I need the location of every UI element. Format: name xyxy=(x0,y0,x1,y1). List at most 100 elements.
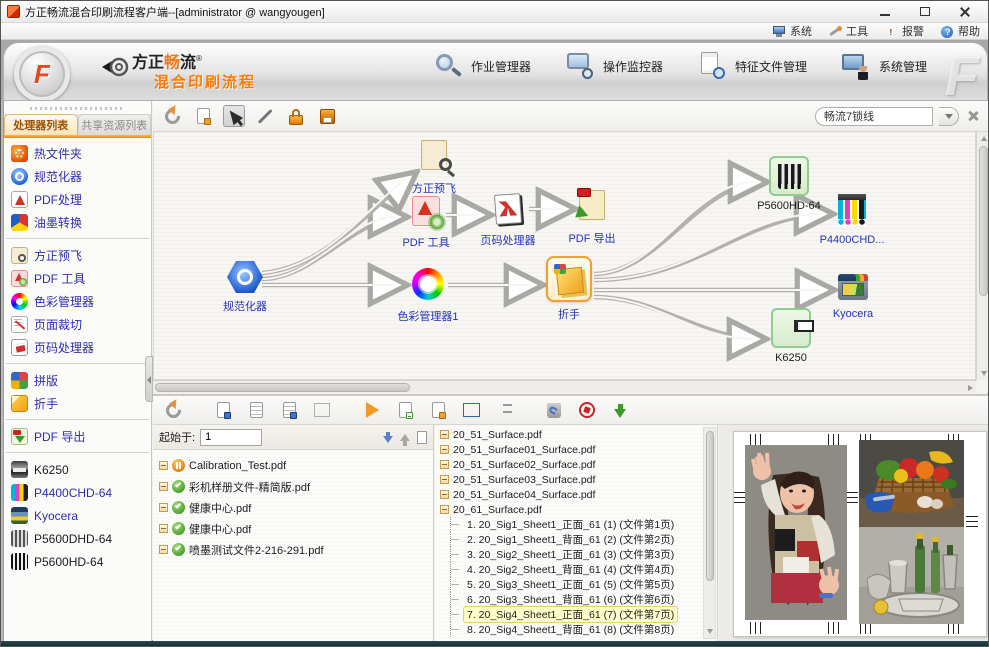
sidebar-item[interactable]: 规范化器 xyxy=(4,165,151,188)
canvas-hscroll-thumb[interactable] xyxy=(155,383,410,392)
expander-icon[interactable] xyxy=(159,503,168,512)
sidebar-item[interactable]: 页码处理器 xyxy=(4,336,151,359)
menu-item[interactable]: 系统 xyxy=(772,23,812,39)
canvas-vertical-scrollbar[interactable] xyxy=(976,132,989,380)
expander-icon[interactable] xyxy=(440,505,449,514)
job-file-row[interactable]: Calibration_Test.pdf xyxy=(159,455,429,476)
expander-icon[interactable] xyxy=(159,545,168,554)
node-printer-p4400chd[interactable]: P4400CHD... xyxy=(838,194,866,226)
scroll-down-icon[interactable] xyxy=(981,371,987,376)
surface-page-row[interactable]: 3. 20_Sig2_Sheet1_正面_61 (3) (文件第3页) xyxy=(440,547,701,562)
surface-file-row[interactable]: 20_51_Surface.pdf xyxy=(440,427,701,442)
workflow-select-dropdown-icon[interactable] xyxy=(939,107,959,126)
sidebar-item[interactable]: PDF 工具 xyxy=(4,267,151,290)
menu-item[interactable]: 报警 xyxy=(884,23,924,39)
connector-tool-button[interactable] xyxy=(254,105,276,127)
surfaces-scroll-thumb[interactable] xyxy=(706,431,714,581)
table-view-button[interactable] xyxy=(460,399,482,421)
node-fold-selected[interactable]: 折手 xyxy=(546,256,592,302)
scroll-down-icon[interactable] xyxy=(707,629,713,634)
header-button[interactable]: 操作监控器 xyxy=(565,51,663,81)
node-page-number[interactable]: 页码处理器 xyxy=(495,194,521,224)
close-button[interactable] xyxy=(954,5,976,19)
job-file-row[interactable]: 健康中心.pdf xyxy=(159,518,429,539)
sidebar-item[interactable]: PDF处理 xyxy=(4,188,151,211)
node-pdf-tool[interactable]: PDF 工具 xyxy=(412,196,440,226)
sidebar-item[interactable]: 油墨转换 xyxy=(4,211,151,234)
job-doc-combo-button[interactable] xyxy=(278,399,300,421)
node-color-manager[interactable]: 色彩管理器1 xyxy=(412,268,444,300)
surface-page-row[interactable]: 7. 20_Sig4_Sheet1_正面_61 (7) (文件第7页) xyxy=(440,607,701,622)
save-workflow-button[interactable] xyxy=(316,105,338,127)
workflow-canvas[interactable]: 规范化器 方正预飞 PDF 工具 页码处理器 PDF 导出 xyxy=(153,132,976,380)
node-normalizer[interactable]: 规范化器 xyxy=(227,260,263,294)
maximize-button[interactable] xyxy=(914,5,936,19)
new-workflow-button[interactable] xyxy=(192,105,214,127)
sidebar-item[interactable]: P5600DHD-64 xyxy=(4,527,151,550)
surface-file-row[interactable]: 20_51_Surface01_Surface.pdf xyxy=(440,442,701,457)
minimize-button[interactable] xyxy=(874,5,896,19)
surface-page-row[interactable]: 4. 20_Sig2_Sheet1_背面_61 (4) (文件第4页) xyxy=(440,562,701,577)
tab-shared-resources[interactable]: 共享资源列表 xyxy=(78,114,152,135)
sidebar-item[interactable]: PDF 导出 xyxy=(4,425,151,448)
sidebar-item[interactable]: 热文件夹 xyxy=(4,142,151,165)
close-workflow-icon[interactable] xyxy=(965,108,981,124)
expander-icon[interactable] xyxy=(159,482,168,491)
surface-page-row[interactable]: 8. 20_Sig4_Sheet1_背面_61 (8) (文件第8页) xyxy=(440,622,701,637)
sidebar-item[interactable]: K6250 xyxy=(4,458,151,481)
node-preflight[interactable]: 方正预飞 xyxy=(421,140,447,170)
expander-icon[interactable] xyxy=(440,490,449,499)
surfaces-scrollbar[interactable] xyxy=(703,427,716,639)
expander-icon[interactable] xyxy=(440,475,449,484)
surface-page-row[interactable]: 2. 20_Sig1_Sheet1_背面_61 (2) (文件第2页) xyxy=(440,532,701,547)
sidebar-item[interactable]: 拼版 xyxy=(4,369,151,392)
imposition-preview-page[interactable] xyxy=(733,431,987,637)
job-file-row[interactable]: 健康中心.pdf xyxy=(159,497,429,518)
workflow-select[interactable]: 畅流7锁线 xyxy=(815,107,933,126)
page-tool-icon[interactable] xyxy=(417,431,427,444)
select-tool-button[interactable] xyxy=(223,105,245,127)
add-file-button[interactable] xyxy=(394,399,416,421)
surface-page-row[interactable]: 5. 20_Sig3_Sheet1_正面_61 (5) (文件第5页) xyxy=(440,577,701,592)
sidebar-item[interactable]: 色彩管理器 xyxy=(4,290,151,313)
undo-button[interactable] xyxy=(161,105,183,127)
header-button[interactable]: 系统管理 xyxy=(841,51,927,81)
header-button[interactable]: 作业管理器 xyxy=(433,51,531,81)
sidebar-item[interactable]: P4400CHD-64 xyxy=(4,481,151,504)
expander-icon[interactable] xyxy=(159,524,168,533)
scroll-up-icon[interactable] xyxy=(981,136,987,141)
sidebar-splitter-handle[interactable] xyxy=(145,356,153,402)
canvas-horizontal-scrollbar[interactable] xyxy=(153,380,976,393)
run-job-button[interactable] xyxy=(361,399,383,421)
recycle-button[interactable] xyxy=(543,399,565,421)
stop-job-button[interactable] xyxy=(576,399,598,421)
menu-item[interactable]: 帮助 xyxy=(940,23,980,39)
sidebar-item[interactable]: P5600HD-64 xyxy=(4,550,151,573)
sidebar-item[interactable]: Kyocera xyxy=(4,504,151,527)
surface-file-row[interactable]: 20_61_Surface.pdf xyxy=(440,502,701,517)
node-pdf-export[interactable]: PDF 导出 xyxy=(579,190,605,220)
surface-page-row[interactable]: 6. 20_Sig3_Sheet1_背面_61 (6) (文件第6页) xyxy=(440,592,701,607)
node-printer-p5600hd[interactable]: P5600HD-64 xyxy=(769,156,809,196)
sidebar-item[interactable]: 页面裁切 xyxy=(4,313,151,336)
tab-processor-list[interactable]: 处理器列表 xyxy=(4,114,78,135)
expander-icon[interactable] xyxy=(440,460,449,469)
sidebar-grip[interactable] xyxy=(30,104,125,112)
surface-file-row[interactable]: 20_51_Surface04_Surface.pdf xyxy=(440,487,701,502)
job-file-row[interactable]: 彩机样册文件-精简版.pdf xyxy=(159,476,429,497)
scroll-right-icon[interactable] xyxy=(968,385,973,391)
job-doc-lines-button[interactable] xyxy=(245,399,267,421)
job-file-row[interactable]: 喷墨测试文件2-216-291.pdf xyxy=(159,539,429,560)
expander-icon[interactable] xyxy=(440,445,449,454)
surface-page-row[interactable]: 1. 20_Sig1_Sheet1_正面_61 (1) (文件第1页) xyxy=(440,517,701,532)
sidebar-item[interactable]: 方正预飞 xyxy=(4,244,151,267)
node-printer-kyocera[interactable]: Kyocera xyxy=(838,274,868,300)
download-button[interactable] xyxy=(609,399,631,421)
job-grid-button[interactable] xyxy=(311,399,333,421)
sidebar-item[interactable]: 折手 xyxy=(4,392,151,415)
header-button[interactable]: 特征文件管理 xyxy=(697,51,807,81)
list-view-button[interactable] xyxy=(493,399,515,421)
start-at-input[interactable] xyxy=(200,429,262,446)
lock-button[interactable] xyxy=(285,105,307,127)
menu-item[interactable]: 工具 xyxy=(828,23,868,39)
